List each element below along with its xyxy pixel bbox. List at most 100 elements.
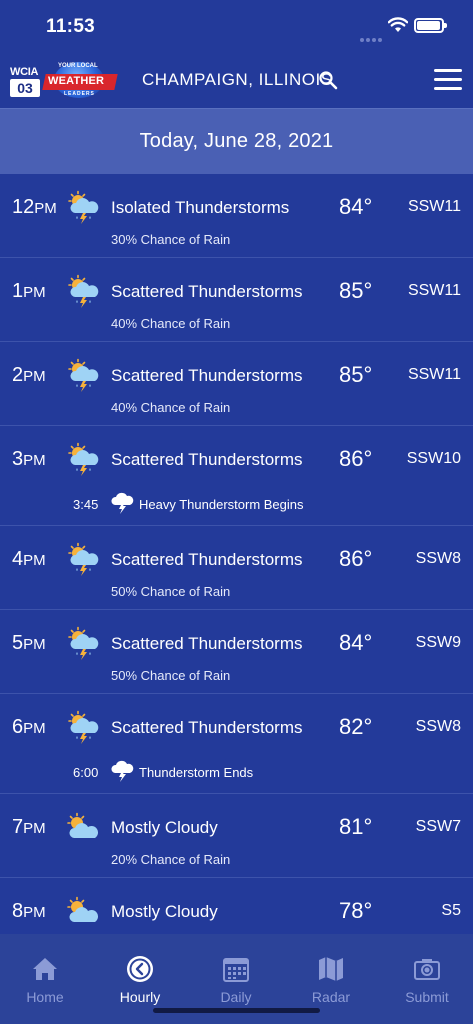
temperature-label: 81° <box>339 814 373 839</box>
battery-icon <box>414 18 447 33</box>
hour-label: 6PM <box>12 716 46 738</box>
temperature-label: 85° <box>339 278 373 303</box>
tab-label: Hourly <box>119 989 161 1005</box>
date-label: Today, June 28, 2021 <box>139 130 334 152</box>
temperature-label: 84° <box>339 630 373 655</box>
hour-row[interactable]: 1PM Scattered Thunderstorms 85° SSW11 40%… <box>0 258 473 342</box>
alert-text: Heavy Thunderstorm Begins <box>139 497 304 512</box>
cellular-signal-icon <box>360 29 384 47</box>
rain-chance-label: 20% Chance of Rain <box>111 852 231 867</box>
condition-label: Scattered Thunderstorms <box>111 550 303 569</box>
hour-row[interactable]: 2PM Scattered Thunderstorms 85° SSW11 40%… <box>0 342 473 426</box>
thunderstorm-icon <box>68 626 99 660</box>
hour-row[interactable]: 7PM Mostly Cloudy 81° SSW7 20% Chance of … <box>0 794 473 878</box>
tab-label: Radar <box>311 989 351 1005</box>
wind-label: SSW11 <box>407 366 461 383</box>
hour-row[interactable]: 6PM Scattered Thunderstorms 82° SSW8 6:0… <box>0 694 473 794</box>
hour-row[interactable]: 4PM Scattered Thunderstorms 86° SSW8 50% … <box>0 526 473 610</box>
rain-chance-label: 50% Chance of Rain <box>111 668 231 683</box>
hour-label: 3PM <box>12 448 46 470</box>
hour-label: 4PM <box>12 548 46 570</box>
rain-chance-label: 30% Chance of Rain <box>111 232 231 247</box>
hour-label: 7PM <box>12 816 46 838</box>
temperature-label: 86° <box>339 446 373 471</box>
tab-submit[interactable]: Submit <box>387 954 467 1005</box>
temperature-label: 84° <box>339 194 373 219</box>
tab-label: Daily <box>220 989 252 1005</box>
calendar-icon <box>223 958 249 982</box>
wind-label: S5 <box>441 902 461 919</box>
thunderstorm-icon <box>68 442 99 476</box>
wind-label: SSW8 <box>415 718 461 735</box>
station-logo[interactable]: WCIA 03 YOUR LOCAL WEATHER LEADERS <box>8 62 118 100</box>
hamburger-menu-icon[interactable] <box>434 69 462 91</box>
logo-weather-text: WEATHER <box>48 75 105 87</box>
camera-icon <box>414 959 440 980</box>
condition-label: Scattered Thunderstorms <box>111 450 303 469</box>
thunderstorm-icon <box>68 274 99 308</box>
logo-wcia-text: WCIA <box>10 66 39 78</box>
tab-daily[interactable]: Daily <box>196 954 276 1005</box>
thunderstorm-icon <box>68 358 99 392</box>
wind-label: SSW10 <box>406 450 461 467</box>
alert-text: Thunderstorm Ends <box>139 765 254 780</box>
thunderstorm-icon <box>68 542 99 576</box>
condition-label: Scattered Thunderstorms <box>111 718 303 737</box>
date-bar: Today, June 28, 2021 <box>0 108 473 174</box>
status-bar: 11:53 <box>0 0 473 52</box>
condition-label: Scattered Thunderstorms <box>111 634 303 653</box>
logo-leaders-text: LEADERS <box>64 91 95 97</box>
clock-icon <box>127 956 153 982</box>
wind-label: SSW9 <box>415 634 461 651</box>
hour-label: 1PM <box>12 280 46 302</box>
lightning-cloud-icon <box>111 760 134 782</box>
hour-label: 12PM <box>12 196 57 218</box>
hour-label: 8PM <box>12 900 46 922</box>
wind-label: SSW11 <box>407 282 461 299</box>
wind-label: SSW7 <box>415 818 461 835</box>
wind-label: SSW8 <box>415 550 461 567</box>
status-time: 11:53 <box>46 16 96 37</box>
mostly-cloudy-icon <box>67 812 99 838</box>
mostly-cloudy-icon <box>67 896 99 922</box>
condition-label: Scattered Thunderstorms <box>111 282 303 301</box>
location-label[interactable]: CHAMPAIGN, ILLINOIS <box>142 70 333 90</box>
home-icon <box>33 958 57 980</box>
alert-time: 3:45 <box>73 497 99 512</box>
hour-row[interactable]: 8PM Mostly Cloudy 78° S5 <box>0 878 473 934</box>
home-indicator[interactable] <box>153 1008 320 1013</box>
rain-chance-label: 50% Chance of Rain <box>111 584 231 599</box>
tab-label: Submit <box>405 989 449 1005</box>
thunderstorm-icon <box>68 710 99 744</box>
temperature-label: 85° <box>339 362 373 387</box>
hourly-forecast-list[interactable]: 12PM Isolated Thunderstorms 84° SSW11 30%… <box>0 174 473 934</box>
temperature-label: 78° <box>339 898 373 923</box>
wifi-icon <box>388 17 408 32</box>
rain-chance-label: 40% Chance of Rain <box>111 316 231 331</box>
condition-label: Mostly Cloudy <box>111 902 218 921</box>
condition-label: Mostly Cloudy <box>111 818 218 837</box>
hour-row[interactable]: 3PM Scattered Thunderstorms 86° SSW10 3:… <box>0 426 473 526</box>
search-icon[interactable] <box>318 70 338 90</box>
temperature-label: 86° <box>339 546 373 571</box>
tab-hourly[interactable]: Hourly <box>100 954 180 1005</box>
map-icon <box>319 957 343 981</box>
condition-label: Isolated Thunderstorms <box>111 198 290 217</box>
alert-time: 6:00 <box>73 765 99 780</box>
hour-row[interactable]: 5PM Scattered Thunderstorms 84° SSW9 50% … <box>0 610 473 694</box>
tab-home[interactable]: Home <box>5 954 85 1005</box>
rain-chance-label: 40% Chance of Rain <box>111 400 231 415</box>
tab-radar[interactable]: Radar <box>291 954 371 1005</box>
wind-label: SSW11 <box>407 198 461 215</box>
tab-label: Home <box>26 989 64 1005</box>
lightning-cloud-icon <box>111 492 134 514</box>
thunderstorm-icon <box>68 190 99 224</box>
logo-small-text: YOUR LOCAL <box>58 63 98 69</box>
logo-channel-text: 03 <box>10 79 40 97</box>
hour-row[interactable]: 12PM Isolated Thunderstorms 84° SSW11 30%… <box>0 174 473 258</box>
condition-label: Scattered Thunderstorms <box>111 366 303 385</box>
temperature-label: 82° <box>339 714 373 739</box>
app-header: WCIA 03 YOUR LOCAL WEATHER LEADERS CHAMP… <box>0 52 473 108</box>
hour-label: 2PM <box>12 364 46 386</box>
hour-label: 5PM <box>12 632 46 654</box>
